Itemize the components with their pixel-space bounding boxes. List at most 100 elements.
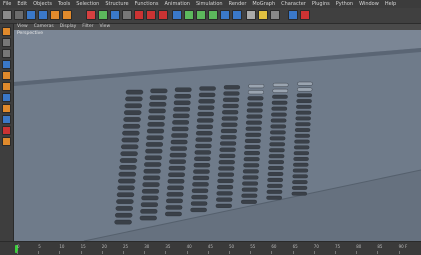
scale-icon[interactable] (38, 10, 48, 20)
menu-item-character[interactable]: Character (278, 0, 309, 8)
vent-slot (270, 124, 287, 129)
vent-slot (296, 104, 312, 109)
vent-slot (144, 162, 162, 167)
timeline-tick-label: 70 (313, 244, 319, 249)
z-axis-icon[interactable] (110, 10, 120, 20)
vent-slot (222, 110, 239, 115)
vent-slot (125, 89, 144, 95)
texture-mode-icon[interactable] (2, 38, 11, 47)
vent-slot (247, 102, 264, 107)
y-axis-icon[interactable] (98, 10, 108, 20)
menu-item-plugins[interactable]: Plugins (309, 0, 333, 8)
x-axis-icon[interactable] (86, 10, 96, 20)
vent-slot (174, 87, 192, 92)
workplane-icon[interactable] (2, 49, 11, 58)
array-icon[interactable] (208, 10, 218, 20)
vent-slot (124, 103, 143, 109)
vent-slot (193, 163, 211, 168)
vent-slot (167, 185, 184, 191)
menu-item-render[interactable]: Render (226, 0, 250, 8)
vent-slot (146, 128, 165, 134)
points-mode-icon[interactable] (2, 60, 11, 69)
snapping-icon[interactable] (2, 126, 11, 135)
menu-item-mograph[interactable]: MoGraph (249, 0, 278, 8)
vent-slot (245, 126, 262, 131)
model-mode-icon[interactable] (2, 27, 11, 36)
deformer-icon[interactable] (220, 10, 230, 20)
move-tool-icon[interactable] (288, 10, 298, 20)
undo-icon[interactable] (2, 10, 12, 20)
live-selection-icon[interactable] (62, 10, 72, 20)
vent-slot (267, 166, 284, 171)
vent-slot (247, 90, 264, 95)
camera-icon[interactable] (246, 10, 256, 20)
3d-viewport[interactable]: Perspective (14, 30, 421, 241)
render-settings-icon[interactable] (158, 10, 168, 20)
soft-selection-icon[interactable] (2, 115, 11, 124)
vent-slot (272, 88, 289, 93)
vent-slot (125, 96, 143, 102)
timeline-tick-label: 55 (250, 244, 256, 249)
vent-slot (150, 88, 168, 94)
menu-item-help[interactable]: Help (382, 0, 399, 8)
vent-slot (170, 146, 188, 151)
cube-icon[interactable] (172, 10, 182, 20)
render-view-icon[interactable] (146, 10, 156, 20)
tweak-icon[interactable] (2, 104, 11, 113)
menu-item-window[interactable]: Window (356, 0, 382, 8)
vent-slot (123, 117, 141, 122)
vent-slot (148, 108, 166, 114)
vent-slot (173, 107, 191, 112)
vent-slot (197, 105, 215, 110)
move-icon[interactable] (26, 10, 36, 20)
menu-item-functions[interactable]: Functions (132, 0, 162, 8)
light-icon[interactable] (258, 10, 268, 20)
menu-item-simulation[interactable]: Simulation (193, 0, 226, 8)
world-coordinates-icon[interactable] (122, 10, 132, 20)
menu-item-structure[interactable]: Structure (102, 0, 131, 8)
vent-slot (117, 178, 136, 184)
timeline[interactable]: 0 5 10 15 20 25 30 35 40 45 50 55 60 65 70 75 80 85 90 F (0, 241, 421, 255)
vent-slot (222, 97, 240, 102)
vent-slot (222, 103, 239, 109)
vent-slot (272, 82, 289, 87)
vent-slot (216, 185, 234, 190)
vent-slot (123, 110, 142, 115)
vent-slot (149, 95, 167, 100)
axis-mode-icon[interactable] (2, 93, 11, 102)
timeline-tick-label: 5 (38, 244, 41, 249)
vent-slot (216, 197, 233, 202)
menu-item-tools[interactable]: Tools (55, 0, 73, 8)
vent-slot (223, 85, 241, 90)
vent-slot (244, 138, 261, 143)
polygons-mode-icon[interactable] (2, 82, 11, 91)
vent-slot (241, 193, 258, 198)
menu-item-selection[interactable]: Selection (73, 0, 102, 8)
menu-item-objects[interactable]: Objects (30, 0, 55, 8)
texture-icon[interactable] (270, 10, 280, 20)
menu-item-animation[interactable]: Animation (161, 0, 193, 8)
scene-icon[interactable] (232, 10, 242, 20)
render-region-icon[interactable] (134, 10, 144, 20)
vent-slot (295, 122, 311, 127)
cursor-icon[interactable] (14, 10, 24, 20)
timeline-tick-label: 25 (123, 244, 129, 249)
vent-slot (122, 124, 141, 129)
main-menubar: File Edit Objects Tools Selection Structure Fu… (0, 0, 421, 8)
spline-icon[interactable] (184, 10, 194, 20)
vent-slot (269, 136, 286, 141)
edges-mode-icon[interactable] (2, 71, 11, 80)
snap-icon[interactable] (300, 10, 310, 20)
menu-item-file[interactable]: File (0, 0, 14, 8)
menu-item-edit[interactable]: Edit (14, 0, 30, 8)
nurbs-icon[interactable] (196, 10, 206, 20)
timeline-tick-label: 60 (271, 244, 277, 249)
rotate-icon[interactable] (50, 10, 60, 20)
vent-slot (119, 158, 138, 163)
vent-slot (292, 180, 308, 185)
timeline-tick-label: 45 (207, 244, 213, 249)
lock-icon[interactable] (2, 137, 11, 146)
vent-slot (270, 118, 287, 123)
vent-slot (148, 115, 166, 120)
menu-item-python[interactable]: Python (333, 0, 356, 8)
